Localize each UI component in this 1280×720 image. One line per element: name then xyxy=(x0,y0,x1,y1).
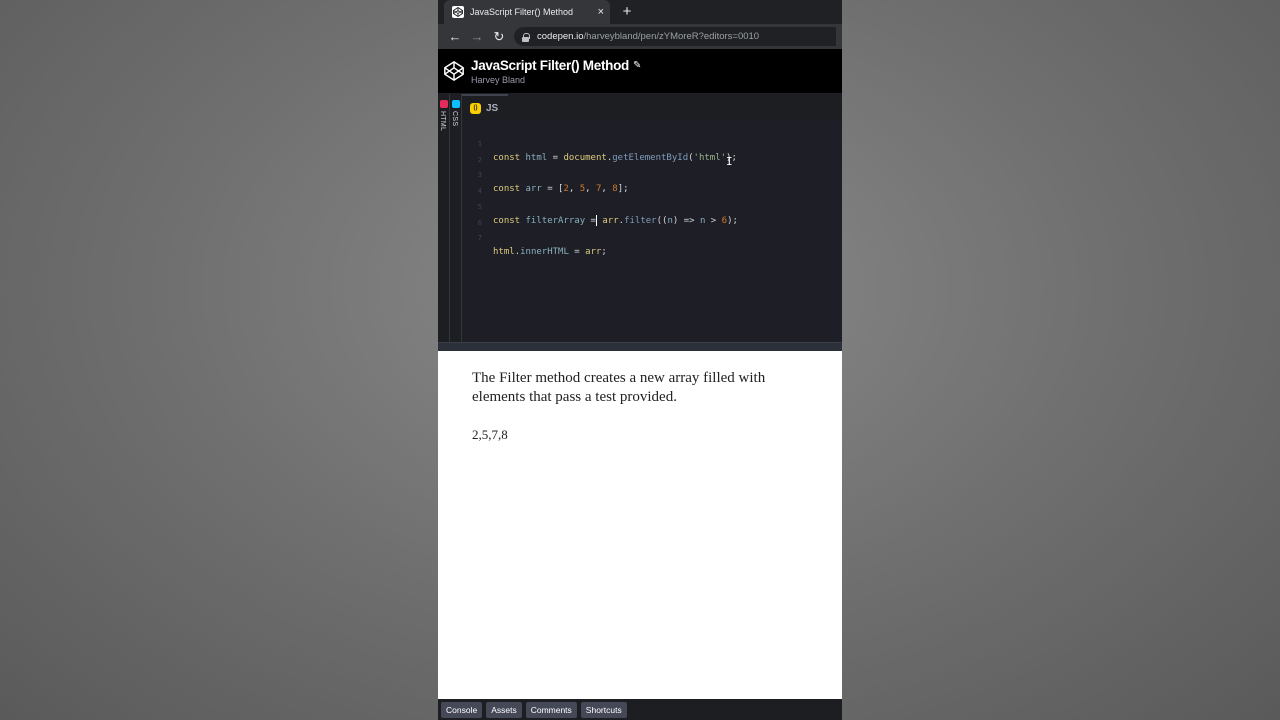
code-line: 4 xyxy=(462,170,842,195)
shortcuts-button[interactable]: Shortcuts xyxy=(580,701,627,718)
css-editor-label: CSS xyxy=(451,111,458,127)
url-host: codepen.io xyxy=(537,31,584,42)
comments-button[interactable]: Comments xyxy=(525,701,577,718)
js-tabbar: () JS xyxy=(462,94,842,120)
bottom-bar: Console Assets Comments Shortcuts xyxy=(438,699,842,720)
code-line: 1 const html = document.getElementById('… xyxy=(462,123,842,163)
result-description: The Filter method creates a new array fi… xyxy=(472,370,766,405)
assets-button[interactable]: Assets xyxy=(486,701,522,718)
js-editor[interactable]: () JS 1 const html = document.getElement… xyxy=(462,94,842,342)
codepen-logo-icon[interactable] xyxy=(443,60,465,82)
codepen-favicon-icon xyxy=(452,6,464,18)
js-tab-label: JS xyxy=(486,102,499,114)
browser-toolbar: ← → ↻ codepen.io/harveybland/pen/zYMoreR… xyxy=(438,24,842,49)
code-line: 3 const arr = [2, 5, 7, 8]; xyxy=(462,154,842,194)
forward-icon[interactable]: → xyxy=(466,29,488,44)
code-line: 5 const filterArray = arr.filter((n) => … xyxy=(462,186,842,226)
tab-title: JavaScript Filter() Method xyxy=(470,7,574,17)
result-preview: The Filter method creates a new array fi… xyxy=(438,351,842,699)
browser-tab[interactable]: JavaScript Filter() Method × xyxy=(444,0,610,24)
phone-frame: JavaScript Filter() Method × + ← → ↻ cod… xyxy=(438,0,842,720)
collapsed-css-editor[interactable]: CSS xyxy=(450,94,462,342)
console-button[interactable]: Console xyxy=(441,701,483,718)
pen-title[interactable]: JavaScript Filter() Method xyxy=(471,58,629,73)
tab-close-icon[interactable]: × xyxy=(598,6,604,18)
code-line: 2 xyxy=(462,139,842,164)
url-text: codepen.io/harveybland/pen/zYMoreR?edito… xyxy=(537,31,759,42)
back-icon[interactable]: ← xyxy=(444,29,466,44)
js-badge-icon: () xyxy=(470,102,481,114)
pencil-icon[interactable]: ✎ xyxy=(633,60,641,71)
ibeam-cursor-icon: I xyxy=(726,155,733,168)
code-line: 6 xyxy=(462,202,842,227)
address-bar[interactable]: codepen.io/harveybland/pen/zYMoreR?edito… xyxy=(514,27,836,46)
codepen-header: JavaScript Filter() Method ✎ Harvey Blan… xyxy=(438,49,842,94)
css-badge-icon xyxy=(452,100,460,108)
collapsed-html-editor[interactable]: HTML xyxy=(438,94,450,342)
url-path: /harveybland/pen/zYMoreR?editors=0010 xyxy=(583,31,760,42)
new-tab-icon[interactable]: + xyxy=(618,3,636,21)
code-line: 7 html.innerHTML = arr; xyxy=(462,217,842,257)
html-editor-label: HTML xyxy=(439,111,446,132)
editor-panel: HTML CSS () JS 1 const html = document.g… xyxy=(438,94,842,342)
code-area[interactable]: 1 const html = document.getElementById('… xyxy=(462,120,842,342)
html-badge-icon xyxy=(440,100,448,108)
reload-icon[interactable]: ↻ xyxy=(488,29,510,45)
editor-resize-handle[interactable] xyxy=(438,342,842,351)
lock-icon xyxy=(522,32,530,42)
tab-js[interactable]: () JS xyxy=(462,94,508,120)
result-output: 2,5,7,8 xyxy=(472,427,508,442)
line-number: 7 xyxy=(477,234,482,242)
browser-tabstrip: JavaScript Filter() Method × + xyxy=(438,0,842,24)
pen-author[interactable]: Harvey Bland xyxy=(471,75,641,85)
